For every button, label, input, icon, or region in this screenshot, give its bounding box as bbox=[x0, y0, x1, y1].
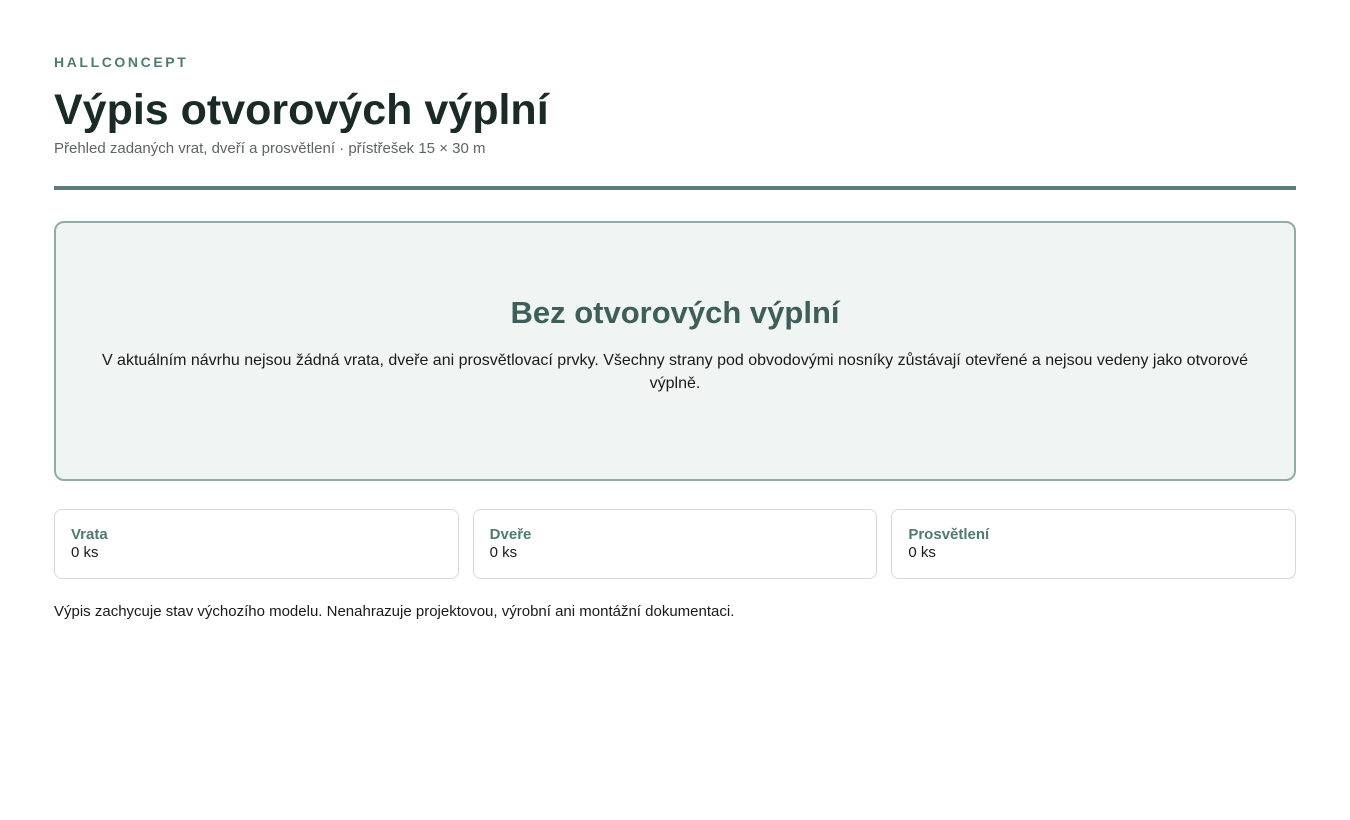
summary-card-value: 0 ks bbox=[489, 544, 518, 561]
header-divider bbox=[54, 186, 1296, 190]
empty-state-panel: Bez otvorových výplní V aktuálním návrhu… bbox=[54, 221, 1296, 481]
page-subtitle: Přehled zadaných vrat, dveří a prosvětle… bbox=[54, 140, 486, 157]
brand-label: HALLCONCEPT bbox=[54, 54, 189, 70]
summary-card-label: Vrata bbox=[71, 526, 108, 543]
summary-card-dvere: Dveře 0 ks bbox=[472, 509, 878, 579]
empty-state-title: Bez otvorových výplní bbox=[510, 295, 840, 330]
summary-card-vrata: Vrata 0 ks bbox=[54, 509, 459, 579]
summary-cards: Vrata 0 ks Dveře 0 ks Prosvětlení 0 ks bbox=[54, 509, 1297, 579]
summary-card-label: Dveře bbox=[489, 526, 532, 543]
summary-card-label: Prosvětlení bbox=[908, 526, 990, 543]
summary-card-value: 0 ks bbox=[908, 544, 936, 561]
page-title: Výpis otvorových výplní bbox=[54, 86, 549, 134]
footnote: Výpis zachycuje stav výchozího modelu. N… bbox=[54, 603, 735, 620]
page: HALLCONCEPT Výpis otvorových výplní Přeh… bbox=[0, 0, 1350, 820]
summary-card-value: 0 ks bbox=[71, 544, 99, 561]
summary-card-prosvetleni: Prosvětlení 0 ks bbox=[891, 509, 1297, 579]
empty-state-text: V aktuálním návrhu nejsou žádná vrata, d… bbox=[101, 352, 1249, 392]
